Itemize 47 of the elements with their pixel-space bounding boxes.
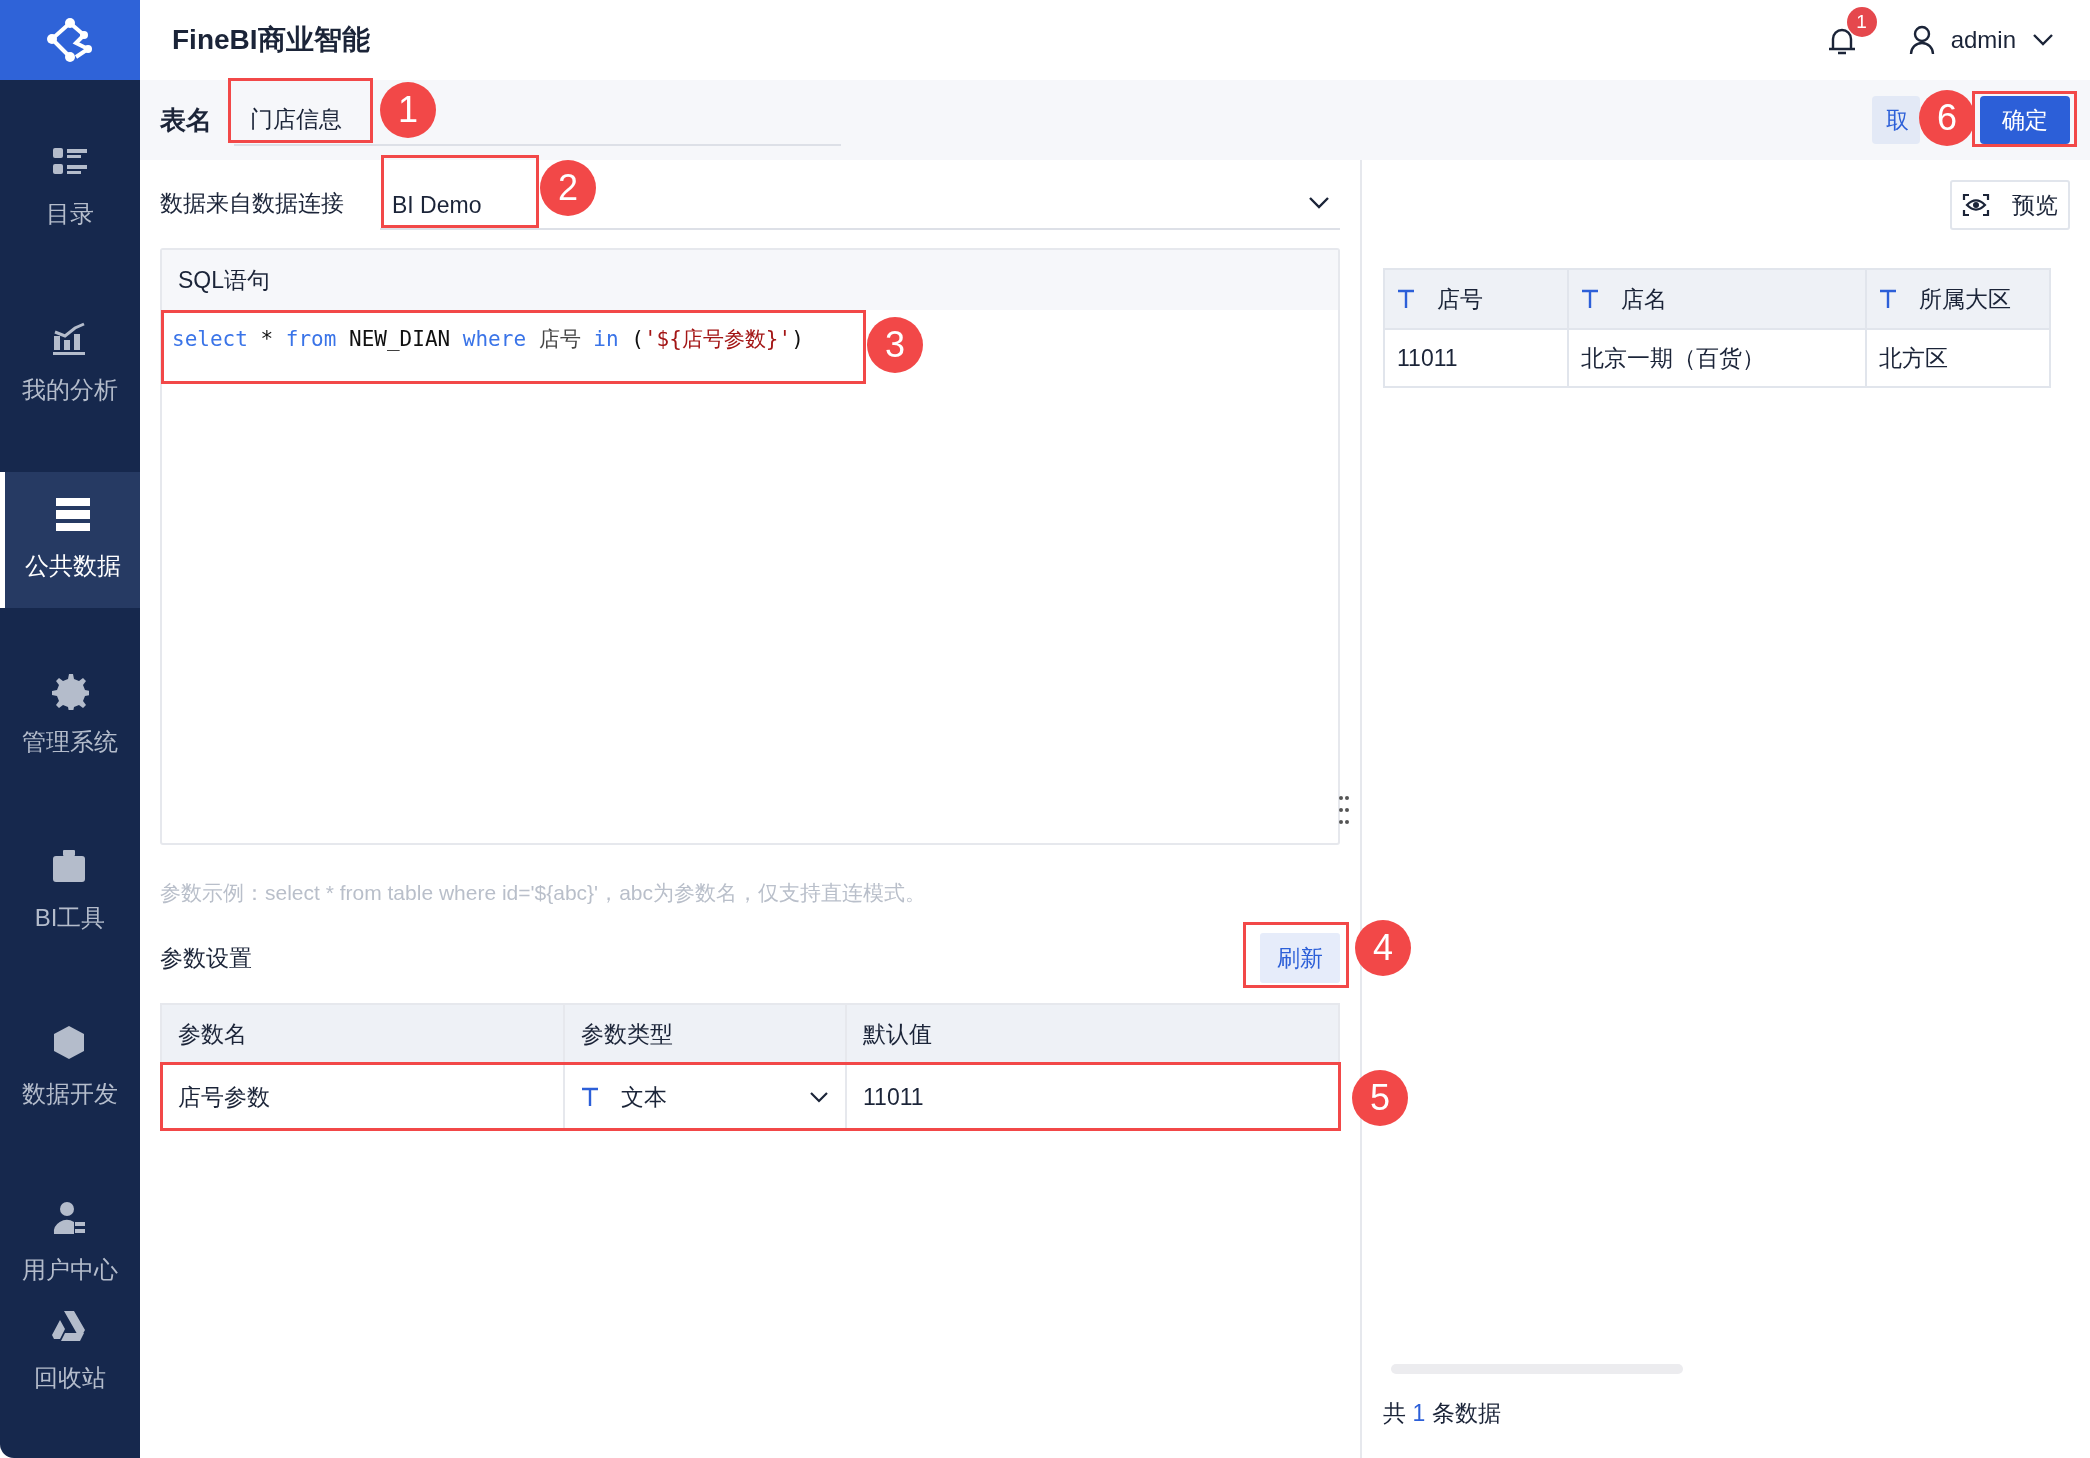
column-header: 所属大区 [1879,281,2037,317]
sidebar-item[interactable]: BI工具 [0,824,140,960]
eye-icon [1962,193,1990,217]
text-type-icon [1397,289,1415,309]
sidebar-item[interactable]: 数据开发 [0,1000,140,1136]
app-title: FineBI商业智能 [172,23,370,57]
step-number: 2 [540,160,596,216]
table-cell: 北方区 [1866,329,2050,387]
confirm-button[interactable]: 确定 [1980,96,2070,144]
step-number: 3 [867,317,923,373]
preview-button[interactable]: 预览 [1950,180,2070,230]
table-cell: 北京一期（百货） [1568,329,1866,387]
chevron-down-icon [809,1091,829,1103]
table-name-label: 表名 [160,103,212,137]
column-header: 默认值 [846,1004,1339,1064]
chevron-down-icon[interactable] [2032,33,2054,47]
sidebar-item[interactable]: 用户中心 [0,1176,140,1282]
resize-handle[interactable] [1338,795,1350,825]
text-type-icon [1581,289,1599,309]
sidebar-item[interactable]: 我的分析 [0,296,140,432]
text-type-icon [1879,289,1897,309]
gear-icon [51,672,89,710]
cancel-button[interactable]: 取 [1872,96,1920,144]
column-header: 店号 [1397,281,1555,317]
sidebar-item[interactable]: 回收站 [0,1284,140,1420]
chevron-down-icon [1308,196,1330,210]
section-title: 参数设置 [160,943,252,973]
step-number: 5 [1352,1070,1408,1126]
hint-text: 参数示例：select * from table where id='${abc}'，abc为参数名，仅支持直连模式。 [160,880,927,906]
text-type-icon [581,1087,599,1107]
layers-icon [53,496,92,534]
record-count: 共 1 条数据 [1383,1398,1502,1428]
notification-count: 1 [1846,6,1877,37]
user-name[interactable]: admin [1950,22,2016,58]
sidebar-item[interactable]: 公共数据 [0,472,140,608]
column-header: 店名 [1581,281,1853,317]
sql-code[interactable]: select * from NEW_DIAN where 店号 in ('${店号参数}') [168,320,808,360]
step-number: 4 [1355,920,1411,976]
refresh-button[interactable]: 刷新 [1260,933,1340,983]
column-header: 参数类型 [564,1004,846,1064]
sql-title: SQL语句 [178,265,271,295]
sidebar-item[interactable]: 目录 [0,120,140,256]
sidebar-item[interactable]: 管理系统 [0,648,140,784]
table-cell: 11011 [1384,329,1568,387]
connection-label: 数据来自数据连接 [160,188,344,218]
user-icon[interactable] [1908,25,1935,55]
column-header: 参数名 [161,1004,564,1064]
